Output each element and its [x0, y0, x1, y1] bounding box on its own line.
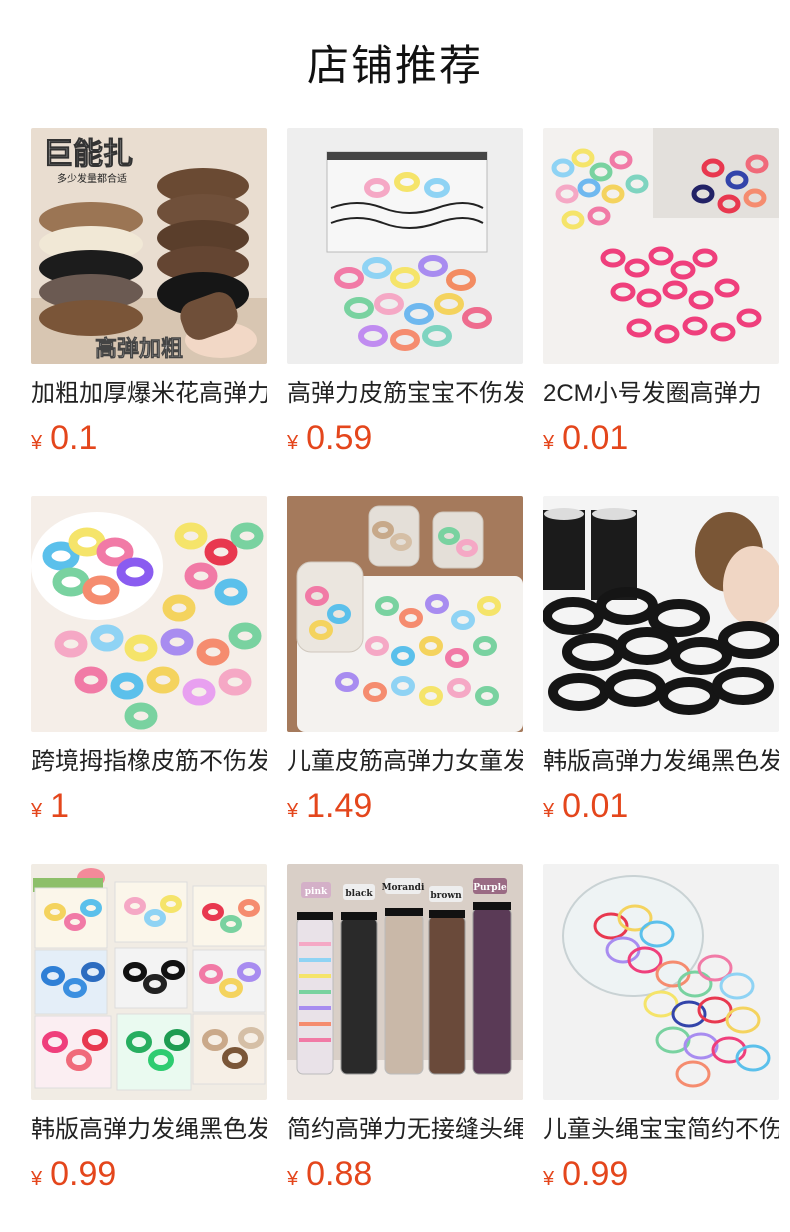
- price-amount: 0.01: [562, 787, 629, 825]
- product-image[interactable]: 巨能扎 多少发量都合适 高弹加粗: [31, 128, 267, 364]
- product-image[interactable]: [543, 864, 779, 1100]
- product-name: 2CM小号发圈高弹力: [543, 380, 762, 407]
- currency-symbol: ¥: [31, 800, 43, 822]
- product-card[interactable]: 韩版高弹力发绳黑色发 ¥0.01: [543, 496, 779, 864]
- product-name: 简约高弹力无接缝头绳: [287, 1116, 523, 1143]
- tube-label: Morandi: [382, 883, 425, 893]
- currency-symbol: ¥: [543, 1168, 555, 1190]
- overlay-text-top: 巨能扎: [43, 137, 133, 172]
- product-name: 跨境拇指橡皮筋不伤发: [31, 748, 267, 775]
- currency-symbol: ¥: [287, 1168, 299, 1190]
- product-price: ¥0.1: [31, 418, 267, 458]
- price-amount: 0.1: [50, 419, 98, 457]
- price-amount: 0.99: [562, 1155, 629, 1193]
- price-amount: 0.99: [50, 1155, 117, 1193]
- tube-label: brown: [430, 891, 462, 901]
- product-name: 韩版高弹力发绳黑色发: [31, 1116, 267, 1143]
- price-amount: 1: [50, 787, 70, 825]
- product-card[interactable]: 巨能扎 多少发量都合适 高弹加粗 加粗加厚爆米花高弹力 ¥0.1: [31, 128, 267, 496]
- product-image[interactable]: [287, 128, 523, 364]
- product-price: ¥1: [31, 786, 267, 826]
- product-grid: 巨能扎 多少发量都合适 高弹加粗 加粗加厚爆米花高弹力 ¥0.1 高弹力皮筋宝宝…: [31, 128, 779, 1232]
- product-card[interactable]: 2CM小号发圈高弹力 ¥0.01: [543, 128, 779, 496]
- product-card[interactable]: 跨境拇指橡皮筋不伤发 ¥1: [31, 496, 267, 864]
- product-price: ¥0.01: [543, 418, 779, 458]
- price-amount: 0.01: [562, 419, 629, 457]
- product-name: 加粗加厚爆米花高弹力: [31, 380, 267, 407]
- product-price: ¥0.59: [287, 418, 523, 458]
- product-card[interactable]: 高弹力皮筋宝宝不伤发 ¥0.59: [287, 128, 523, 496]
- product-name: 韩版高弹力发绳黑色发: [543, 748, 779, 775]
- product-image[interactable]: [543, 496, 779, 732]
- product-image[interactable]: pink black Morandi brown Purple: [287, 864, 523, 1100]
- currency-symbol: ¥: [287, 800, 299, 822]
- product-name: 高弹力皮筋宝宝不伤发: [287, 380, 523, 407]
- price-amount: 0.88: [306, 1155, 373, 1193]
- price-amount: 1.49: [306, 787, 373, 825]
- product-image[interactable]: [31, 496, 267, 732]
- product-image[interactable]: [543, 128, 779, 364]
- currency-symbol: ¥: [543, 432, 555, 454]
- tube-label: pink: [305, 887, 328, 897]
- product-name: 儿童皮筋高弹力女童发: [287, 748, 523, 775]
- product-card[interactable]: pink black Morandi brown Purple 简约高弹力无接缝…: [287, 864, 523, 1232]
- product-name: 儿童头绳宝宝简约不伤: [543, 1116, 779, 1143]
- tube-label: black: [345, 889, 373, 899]
- currency-symbol: ¥: [31, 1168, 43, 1190]
- page-title: 店铺推荐: [306, 42, 483, 89]
- product-price: ¥1.49: [287, 786, 523, 826]
- currency-symbol: ¥: [287, 432, 299, 454]
- product-price: ¥0.01: [543, 786, 779, 826]
- store-recommendation-page: 店铺推荐 巨能扎 多少发量都合适 高弹加粗 加粗加厚爆米花高弹力 ¥ 0.1 高…: [0, 0, 790, 1232]
- product-price: ¥0.99: [543, 1154, 779, 1194]
- tube-label: Purple: [473, 883, 507, 893]
- product-card[interactable]: 儿童头绳宝宝简约不伤 ¥0.99: [543, 864, 779, 1232]
- product-price: ¥0.88: [287, 1154, 523, 1194]
- product-image[interactable]: [31, 864, 267, 1100]
- product-image[interactable]: [287, 496, 523, 732]
- currency-symbol: ¥: [543, 800, 555, 822]
- overlay-text-sub: 多少发量都合适: [57, 172, 127, 185]
- product-price: ¥0.99: [31, 1154, 267, 1194]
- price-amount: 0.59: [306, 419, 373, 457]
- currency-symbol: ¥: [31, 432, 43, 454]
- overlay-text-bottom: 高弹加粗: [95, 336, 183, 362]
- product-card[interactable]: 韩版高弹力发绳黑色发 ¥0.99: [31, 864, 267, 1232]
- product-card[interactable]: 儿童皮筋高弹力女童发 ¥1.49: [287, 496, 523, 864]
